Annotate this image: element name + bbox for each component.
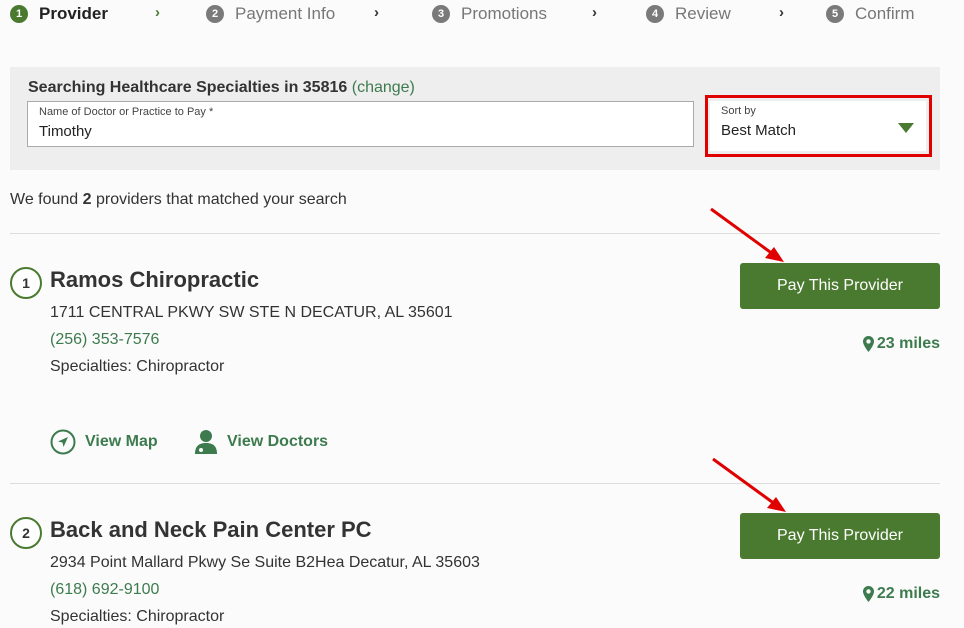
step-label: Provider bbox=[39, 4, 108, 23]
change-location-link[interactable]: (change) bbox=[352, 79, 415, 96]
provider-name-value[interactable]: Timothy bbox=[39, 123, 92, 140]
provider-specialties: Specialties: Chiropractor bbox=[50, 358, 225, 375]
distance-value: 23 miles bbox=[876, 335, 940, 352]
results-count: 2 bbox=[82, 191, 92, 208]
provider-name: Back and Neck Pain Center PC bbox=[50, 517, 372, 542]
view-map-label: View Map bbox=[85, 433, 158, 450]
results-prefix: We found bbox=[10, 191, 83, 208]
sort-by-select[interactable]: Sort by Best Match bbox=[710, 101, 926, 151]
provider-name-label: Name of Doctor or Practice to Pay * bbox=[39, 106, 214, 118]
search-panel: Searching Healthcare Specialties in 3581… bbox=[10, 67, 940, 170]
view-doctors-link[interactable]: View Doctors bbox=[194, 429, 328, 455]
step-label: Confirm bbox=[855, 4, 915, 23]
sort-by-value: Best Match bbox=[721, 122, 797, 139]
chevron-right-icon: › bbox=[155, 4, 160, 21]
divider bbox=[10, 483, 940, 484]
results-summary: We found 2 providers that matched your s… bbox=[10, 191, 347, 209]
view-map-link[interactable]: View Map bbox=[50, 429, 158, 455]
provider-address: 1711 CENTRAL PKWY SW STE N DECATUR, AL 3… bbox=[50, 304, 453, 321]
search-title: Searching Healthcare Specialties in 3581… bbox=[28, 79, 415, 97]
checkout-stepper: 1 Provider › 2 Payment Info › 3 Promotio… bbox=[0, 0, 964, 30]
sort-by-label: Sort by bbox=[721, 105, 756, 117]
step-number: 4 bbox=[646, 5, 664, 23]
step-promotions[interactable]: 3 Promotions bbox=[432, 4, 547, 24]
step-review[interactable]: 4 Review bbox=[646, 4, 731, 24]
step-label: Payment Info bbox=[235, 4, 336, 23]
step-confirm[interactable]: 5 Confirm bbox=[826, 4, 915, 24]
pay-this-provider-button[interactable]: Pay This Provider bbox=[740, 263, 940, 309]
provider-phone-link[interactable]: (618) 692-9100 bbox=[50, 581, 159, 599]
navigation-arrow-icon bbox=[50, 429, 76, 455]
map-pin-icon bbox=[862, 586, 874, 602]
chevron-right-icon: › bbox=[779, 4, 784, 21]
step-number: 3 bbox=[432, 5, 450, 23]
provider-phone-link[interactable]: (256) 353-7576 bbox=[50, 331, 159, 349]
red-annotation-arrow bbox=[710, 207, 784, 262]
dropdown-triangle-icon bbox=[898, 123, 914, 133]
chevron-right-icon: › bbox=[592, 4, 597, 21]
provider-specialties: Specialties: Chiropractor bbox=[50, 608, 225, 625]
step-provider[interactable]: 1 Provider bbox=[10, 4, 108, 24]
provider-card: 2 Back and Neck Pain Center PC 2934 Poin… bbox=[10, 513, 940, 628]
search-title-text: Searching Healthcare Specialties in 3581… bbox=[28, 79, 348, 96]
distance-value: 22 miles bbox=[876, 585, 940, 602]
provider-index-badge: 2 bbox=[10, 517, 42, 549]
provider-card: 1 Ramos Chiropractic 1711 CENTRAL PKWY S… bbox=[10, 263, 940, 467]
step-number: 1 bbox=[10, 5, 28, 23]
step-label: Review bbox=[675, 4, 731, 23]
provider-index-badge: 1 bbox=[10, 267, 42, 299]
provider-distance: 22 miles bbox=[862, 585, 940, 603]
chevron-right-icon: › bbox=[374, 4, 379, 21]
provider-distance: 23 miles bbox=[862, 335, 940, 353]
divider bbox=[10, 233, 940, 234]
provider-address: 2934 Point Mallard Pkwy Se Suite B2Hea D… bbox=[50, 554, 480, 571]
pay-this-provider-button[interactable]: Pay This Provider bbox=[740, 513, 940, 559]
step-number: 2 bbox=[206, 5, 224, 23]
results-suffix: providers that matched your search bbox=[91, 191, 347, 208]
step-number: 5 bbox=[826, 5, 844, 23]
view-doctors-label: View Doctors bbox=[227, 433, 329, 450]
doctor-user-icon bbox=[195, 430, 217, 454]
provider-name: Ramos Chiropractic bbox=[50, 267, 260, 292]
red-annotation-arrow bbox=[712, 457, 786, 512]
provider-name-input[interactable]: Name of Doctor or Practice to Pay * Timo… bbox=[27, 101, 694, 147]
step-label: Promotions bbox=[461, 4, 547, 23]
step-payment-info[interactable]: 2 Payment Info bbox=[206, 4, 335, 24]
map-pin-icon bbox=[862, 336, 874, 352]
